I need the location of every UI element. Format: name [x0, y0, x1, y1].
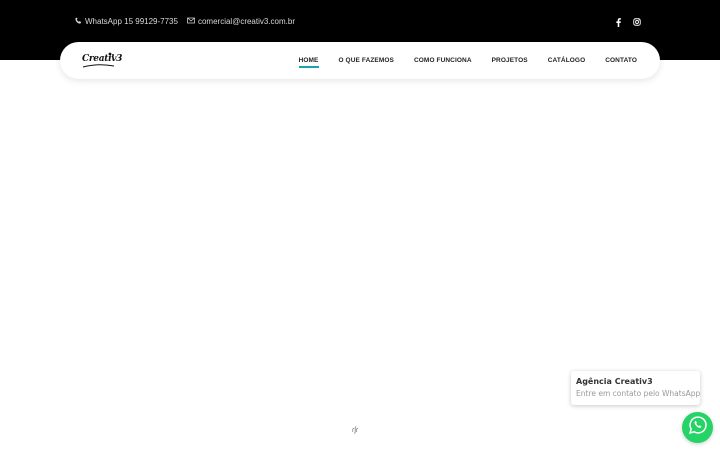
- primary-menu: HOME O QUE FAZEMOS COMO FUNCIONA PROJETO…: [298, 42, 637, 79]
- whatsapp-icon: [688, 415, 708, 440]
- whatsapp-tooltip-title: Agência Creativ3: [576, 377, 653, 386]
- facebook-icon[interactable]: [614, 17, 622, 27]
- nav-projetos[interactable]: PROJETOS: [492, 57, 528, 64]
- email-address: comercial@creativ3.com.br: [197, 17, 296, 26]
- contact-info: WhatsApp 15 99129-7735 comercial@creativ…: [75, 17, 295, 26]
- email-contact[interactable]: comercial@creativ3.com.br: [187, 17, 295, 26]
- loading-indicator: ɾʃɾ: [352, 427, 359, 434]
- nav-home[interactable]: HOME: [298, 57, 319, 68]
- envelope-icon: [187, 17, 195, 26]
- nav-catalogo[interactable]: CATÁLOGO: [548, 57, 586, 64]
- nav-como-funciona[interactable]: COMO FUNCIONA: [414, 57, 472, 64]
- social-links: [614, 17, 641, 27]
- phone-icon: [75, 17, 82, 26]
- whatsapp-tooltip[interactable]: Agência Creativ3 Entre em contato pelo W…: [571, 371, 700, 405]
- whatsapp-tooltip-subtitle: Entre em contato pelo WhatsApp: [576, 389, 701, 398]
- main-navigation-bar: Creativ3 HOME O QUE FAZEMOS COMO FUNCION…: [60, 42, 660, 79]
- whatsapp-contact[interactable]: WhatsApp 15 99129-7735: [75, 17, 178, 26]
- nav-contato[interactable]: CONTATO: [605, 57, 637, 64]
- brand-logo[interactable]: Creativ3: [82, 51, 122, 71]
- whatsapp-number: WhatsApp 15 99129-7735: [85, 17, 178, 26]
- whatsapp-chat-button[interactable]: [682, 412, 713, 443]
- instagram-icon[interactable]: [633, 17, 641, 27]
- nav-o-que-fazemos[interactable]: O QUE FAZEMOS: [339, 57, 394, 64]
